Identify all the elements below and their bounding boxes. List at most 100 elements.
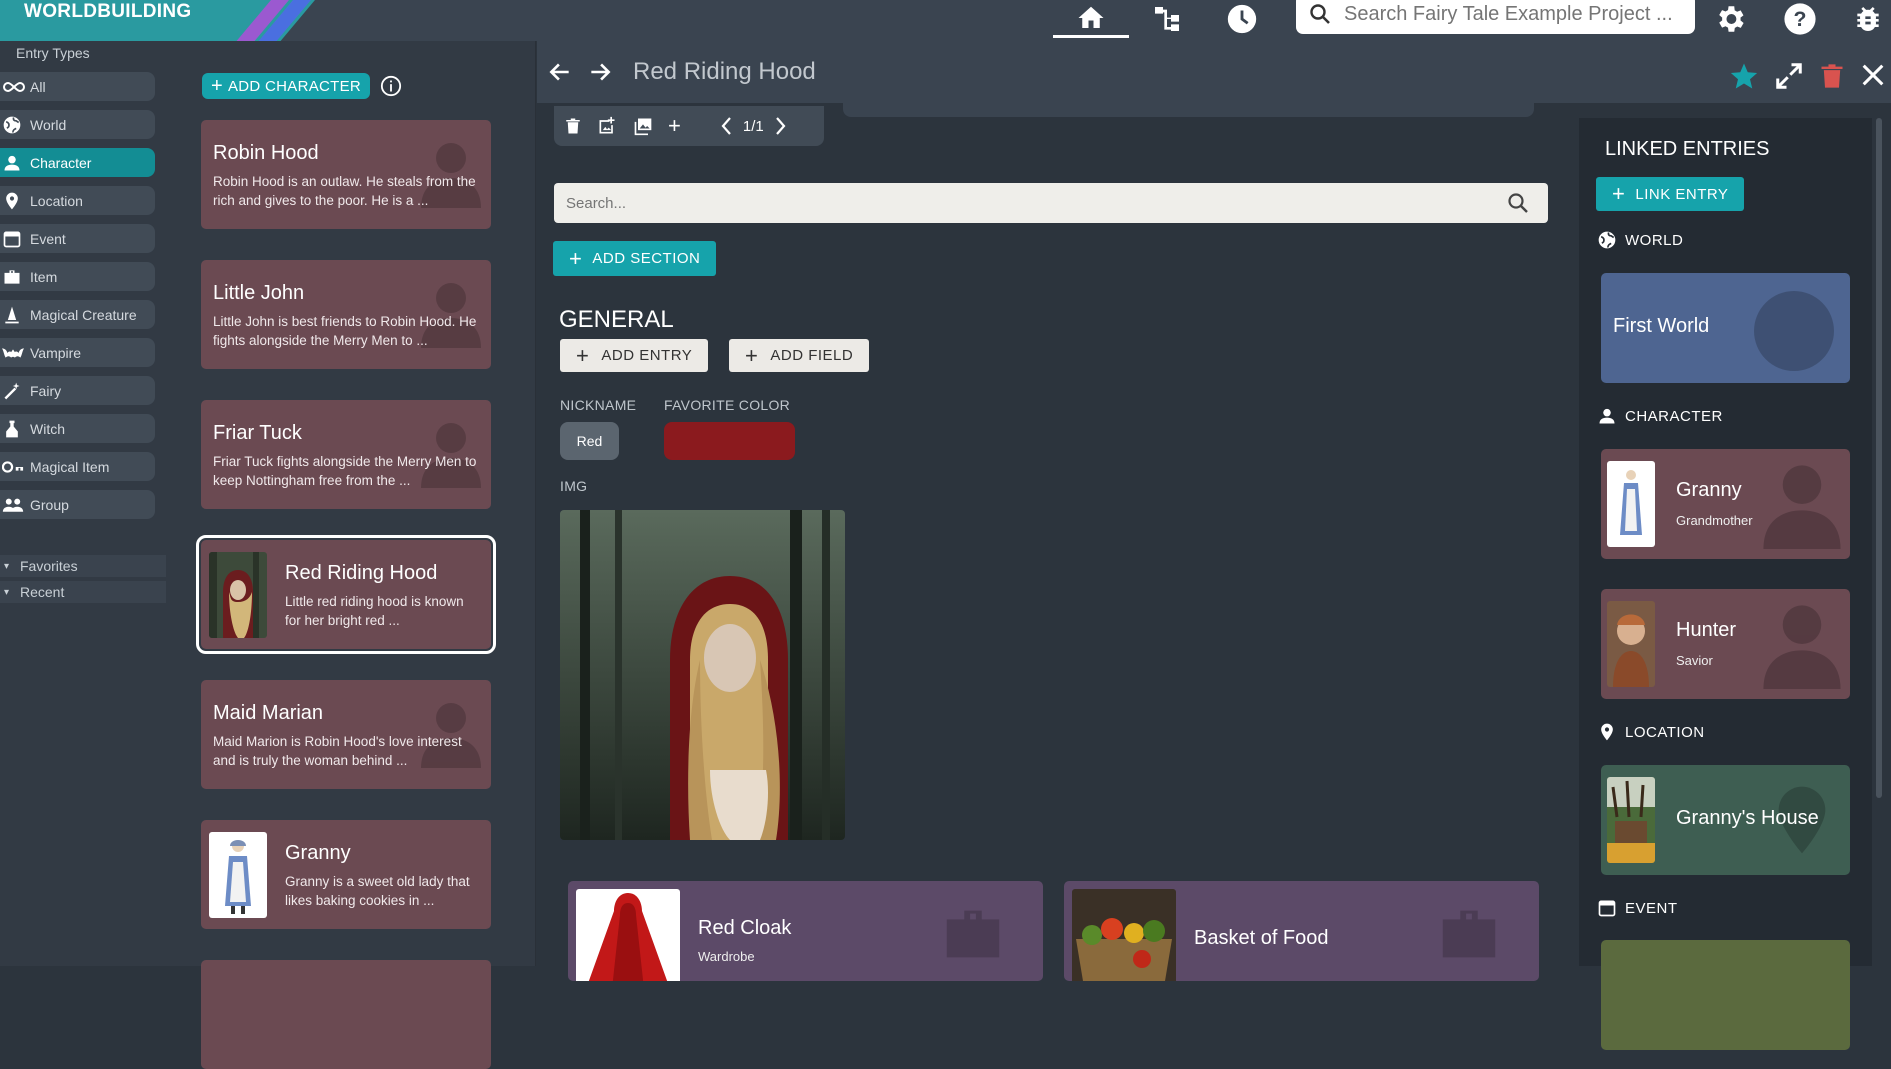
sidebar-item-magical-creature[interactable]: Magical Creature — [0, 300, 155, 329]
linked-card-grannys-house[interactable]: Granny's House — [1601, 765, 1850, 875]
linked-card-event-partial[interactable] — [1601, 940, 1850, 1050]
globe-icon — [1746, 283, 1842, 379]
card-title: Granny — [285, 842, 351, 864]
trash-icon[interactable] — [1818, 61, 1846, 91]
pin-icon — [1597, 722, 1617, 742]
sidebar-item-label: Vampire — [30, 344, 82, 361]
pin-icon — [0, 191, 30, 211]
chevron-right-icon[interactable] — [774, 116, 788, 136]
character-card-red-riding-hood[interactable]: Red Riding Hood Little red riding hood i… — [196, 535, 496, 654]
global-search[interactable] — [1296, 0, 1695, 34]
search-icon — [1310, 4, 1330, 24]
sidebar-item-group[interactable]: Group — [0, 490, 155, 519]
favorite-color-swatch[interactable] — [664, 422, 795, 460]
character-card-maid-marian[interactable]: Maid Marian Maid Marion is Robin Hood's … — [201, 680, 491, 789]
add-image-icon[interactable] — [596, 116, 618, 136]
card-title: Little John — [213, 282, 305, 304]
arrow-right-icon[interactable] — [587, 59, 613, 85]
tree-icon[interactable] — [1150, 0, 1184, 38]
global-search-input[interactable] — [1344, 2, 1684, 26]
section-search[interactable] — [554, 183, 1548, 223]
recent-toggle[interactable]: ▾ Recent — [0, 581, 166, 603]
sidebar-item-all[interactable]: All — [0, 72, 155, 101]
bug-icon[interactable] — [1850, 0, 1886, 38]
linked-group-location: LOCATION — [1597, 722, 1705, 742]
character-card-friar-tuck[interactable]: Friar Tuck Friar Tuck fights alongside t… — [201, 400, 491, 509]
sidebar-item-fairy[interactable]: Fairy — [0, 376, 155, 405]
gallery-icon[interactable] — [632, 116, 654, 136]
character-card-granny[interactable]: Granny Granny is a sweet old lady that l… — [201, 820, 491, 929]
add-entry-label: ADD ENTRY — [601, 347, 693, 364]
item-card-basket-of-food[interactable]: Basket of Food — [1064, 881, 1539, 981]
close-icon[interactable] — [1859, 61, 1887, 89]
linked-card-granny[interactable]: Granny Grandmother — [1601, 449, 1850, 559]
chevron-down-icon: ▾ — [4, 560, 10, 572]
plus-icon[interactable]: + — [668, 113, 681, 139]
card-title: Red Riding Hood — [285, 562, 438, 584]
app-logo[interactable]: WORLDBUILDING — [0, 0, 360, 41]
linked-group-world: WORLD — [1597, 230, 1683, 250]
link-entry-label: LINK ENTRY — [1635, 185, 1729, 203]
sidebar-item-vampire[interactable]: Vampire — [0, 338, 155, 367]
linked-group-character: CHARACTER — [1597, 406, 1723, 426]
add-field-button[interactable]: + ADD FIELD — [729, 339, 870, 372]
favorite-color-label: FAVORITE COLOR — [664, 397, 791, 413]
plus-icon: + — [576, 342, 590, 368]
section-search-input[interactable] — [566, 194, 1506, 212]
chevron-left-icon[interactable] — [719, 116, 733, 136]
card-description: Little red riding hood is known for her … — [285, 594, 464, 628]
help-icon[interactable]: ? — [1782, 0, 1818, 38]
nickname-value[interactable]: Red — [560, 422, 619, 460]
sidebar-item-magical-item[interactable]: Magical Item — [0, 452, 155, 481]
arrow-left-icon[interactable] — [547, 59, 573, 85]
info-icon[interactable] — [380, 75, 402, 97]
favorites-toggle[interactable]: ▾ Favorites — [0, 555, 166, 577]
person-icon — [1762, 599, 1842, 689]
history-icon[interactable] — [1225, 0, 1259, 38]
wand-icon — [0, 381, 30, 401]
card-thumbnail — [1072, 889, 1176, 981]
linked-card-first-world[interactable]: First World — [1601, 273, 1850, 383]
link-entry-button[interactable]: + LINK ENTRY — [1596, 177, 1745, 211]
sidebar-item-location[interactable]: Location — [0, 186, 155, 215]
sidebar-item-witch[interactable]: Witch — [0, 414, 155, 443]
linked-entries-scrollbar[interactable] — [1874, 118, 1884, 966]
delete-image-icon[interactable] — [564, 116, 582, 136]
add-entry-button[interactable]: + ADD ENTRY — [560, 339, 709, 372]
home-icon[interactable] — [1053, 0, 1129, 38]
character-card-little-john[interactable]: Little John Little John is best friends … — [201, 260, 491, 369]
sidebar-item-label: Character — [30, 154, 92, 171]
sidebar-item-world[interactable]: World — [0, 110, 155, 139]
card-thumbnail — [576, 889, 680, 981]
gear-icon[interactable] — [1712, 0, 1748, 38]
character-card-partial[interactable] — [201, 960, 491, 1069]
linked-group-label: CHARACTER — [1625, 407, 1723, 425]
sidebar-item-label: Witch — [30, 420, 65, 437]
card-description: Granny is a sweet old lady that likes ba… — [285, 874, 470, 908]
linked-card-title: Granny's House — [1676, 807, 1819, 829]
add-character-button[interactable]: + ADD CHARACTER — [202, 73, 371, 99]
sidebar-item-character[interactable]: Character — [0, 148, 155, 177]
card-title: Maid Marian — [213, 702, 324, 724]
item-card-red-cloak[interactable]: Red Cloak Wardrobe — [568, 881, 1043, 981]
character-portrait-image[interactable] — [560, 510, 845, 840]
group-icon — [0, 496, 30, 514]
nickname-label: NICKNAME — [560, 397, 637, 413]
plus-icon: + — [745, 342, 759, 368]
sidebar-item-item[interactable]: Item — [0, 262, 155, 291]
card-thumbnail — [1607, 777, 1655, 863]
potion-icon — [0, 419, 30, 439]
add-section-button[interactable]: + ADD SECTION — [553, 241, 717, 276]
linked-group-event: EVENT — [1597, 898, 1678, 918]
sidebar-item-event[interactable]: Event — [0, 224, 155, 253]
chevron-down-icon: ▾ — [4, 586, 10, 598]
image-controls: + 1/1 — [554, 106, 824, 146]
sidebar-item-label: Magical Item — [30, 458, 110, 475]
scrollbar-thumb[interactable] — [1876, 118, 1882, 798]
card-title: Friar Tuck — [213, 422, 302, 444]
character-card-robin-hood[interactable]: Robin Hood Robin Hood is an outlaw. He s… — [201, 120, 491, 229]
star-icon[interactable] — [1729, 61, 1759, 91]
expand-icon[interactable] — [1774, 61, 1804, 91]
sidebar-item-label: World — [30, 116, 67, 133]
linked-card-hunter[interactable]: Hunter Savior — [1601, 589, 1850, 699]
